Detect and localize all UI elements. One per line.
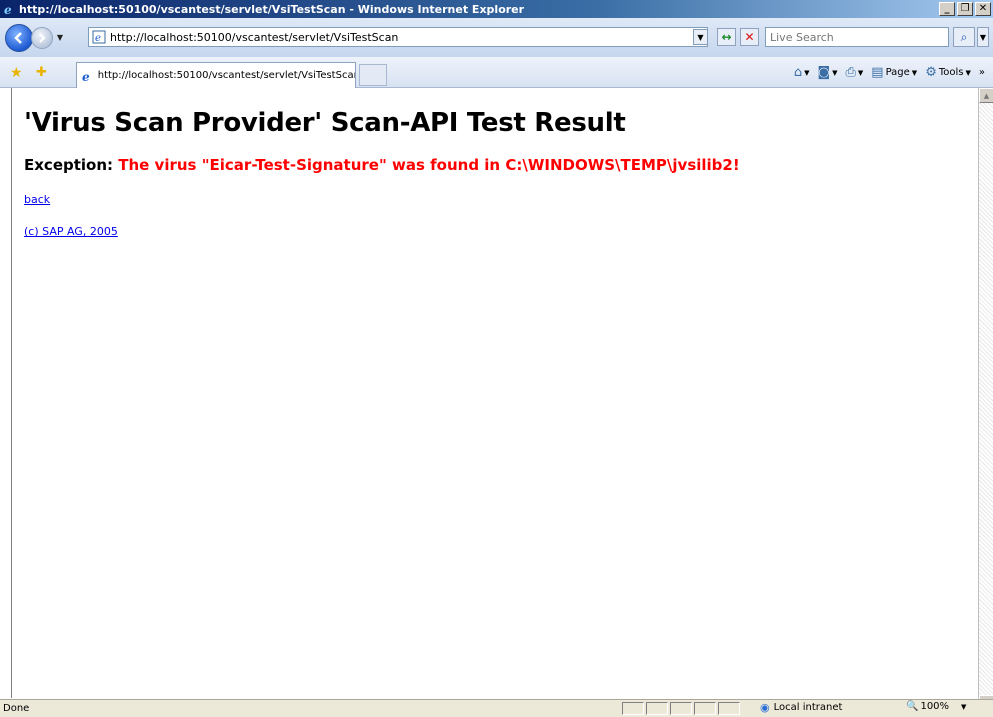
- tab-page-icon: e: [81, 69, 95, 83]
- feeds-button[interactable]: ◙ ▼: [817, 65, 837, 80]
- copyright-link[interactable]: (c) SAP AG, 2005: [24, 225, 978, 238]
- refresh-button[interactable]: ↔: [717, 28, 736, 46]
- search-button[interactable]: ⌕: [953, 27, 975, 47]
- rss-icon: ◙: [817, 65, 831, 80]
- home-button[interactable]: ⌂ ▼: [794, 65, 810, 80]
- zoom-icon: 🔍: [906, 701, 919, 712]
- security-zone[interactable]: ◉ Local intranet: [760, 701, 842, 714]
- stop-button[interactable]: ✕: [740, 28, 759, 46]
- address-dropdown-icon[interactable]: ▼: [693, 29, 708, 45]
- tools-menu[interactable]: ⚙ Tools ▼: [925, 65, 971, 80]
- gear-icon: ⚙: [925, 65, 937, 80]
- history-dropdown-icon[interactable]: ▼: [55, 33, 65, 42]
- scroll-up-icon[interactable]: ▲: [979, 88, 993, 103]
- page-menu[interactable]: ▤ Page ▼: [871, 65, 917, 80]
- status-pane: [622, 702, 644, 715]
- search-box[interactable]: [765, 27, 949, 47]
- back-button[interactable]: [5, 23, 33, 52]
- command-bar: ⌂ ▼ ◙ ▼ ⎙ ▼ ▤ Page ▼ ⚙ Tools ▼ »: [794, 65, 985, 80]
- zoom-dropdown-icon[interactable]: ▼: [961, 703, 966, 711]
- status-bar: Done ◉ Local intranet 🔍 100% ▼: [0, 699, 993, 717]
- forward-button[interactable]: [31, 26, 53, 49]
- tab-label: http://localhost:50100/vscantest/servlet…: [97, 70, 355, 81]
- svg-text:e: e: [95, 33, 101, 44]
- add-favorites-icon[interactable]: ✚: [36, 65, 47, 80]
- minimize-button[interactable]: _: [939, 2, 955, 16]
- exception-message: The virus "Eicar-Test-Signature" was fou…: [118, 156, 740, 174]
- back-link[interactable]: back: [24, 193, 978, 206]
- page-menu-icon: ▤: [871, 65, 884, 80]
- status-pane: [670, 702, 692, 715]
- status-pane: [646, 702, 668, 715]
- exception-label: Exception:: [24, 156, 119, 174]
- back-arrow-icon: [14, 31, 22, 44]
- window-title: http://localhost:50100/vscantest/servlet…: [19, 2, 525, 16]
- zone-label: Local intranet: [773, 702, 843, 713]
- ie-logo-icon: e: [2, 2, 16, 16]
- page-heading: 'Virus Scan Provider' Scan-API Test Resu…: [24, 108, 626, 138]
- page-icon: e: [92, 30, 106, 44]
- zoom-level: 100%: [920, 701, 950, 712]
- favorites-star-icon[interactable]: ★: [10, 65, 23, 81]
- search-options-dropdown-icon[interactable]: ▼: [977, 27, 989, 47]
- svg-text:e: e: [4, 3, 12, 16]
- status-panes: [622, 702, 740, 715]
- svg-text:e: e: [82, 70, 90, 83]
- new-tab-button[interactable]: [359, 64, 387, 86]
- printer-icon: ⎙: [845, 65, 856, 80]
- vertical-scrollbar[interactable]: ▲ ▼: [978, 88, 993, 710]
- window-titlebar: e http://localhost:50100/vscantest/servl…: [0, 0, 993, 18]
- print-button[interactable]: ⎙ ▼: [845, 65, 863, 80]
- search-input[interactable]: [766, 28, 948, 46]
- zoom-control[interactable]: 🔍 100% ▼: [906, 701, 966, 712]
- address-input[interactable]: [110, 30, 707, 44]
- home-icon: ⌂: [793, 65, 803, 80]
- status-text: Done: [3, 703, 30, 714]
- close-button[interactable]: ✕: [975, 2, 991, 16]
- status-pane: [694, 702, 716, 715]
- address-toolbar: ▼ e ▼ ↔ ✕ ⌕ ▼: [0, 18, 993, 57]
- restore-button[interactable]: ❐: [957, 2, 973, 16]
- tab-current[interactable]: e http://localhost:50100/vscantest/servl…: [76, 62, 356, 88]
- intranet-icon: ◉: [760, 701, 770, 714]
- address-bar[interactable]: e: [88, 27, 708, 47]
- toolbar-overflow[interactable]: »: [979, 67, 985, 78]
- forward-arrow-icon: [39, 32, 46, 43]
- exception-line: Exception: The virus "Eicar-Test-Signatu…: [24, 156, 978, 174]
- status-pane: [718, 702, 740, 715]
- page-content: 'Virus Scan Provider' Scan-API Test Resu…: [11, 88, 978, 698]
- tab-toolbar: ★ ✚ e http://localhost:50100/vscantest/s…: [0, 57, 993, 88]
